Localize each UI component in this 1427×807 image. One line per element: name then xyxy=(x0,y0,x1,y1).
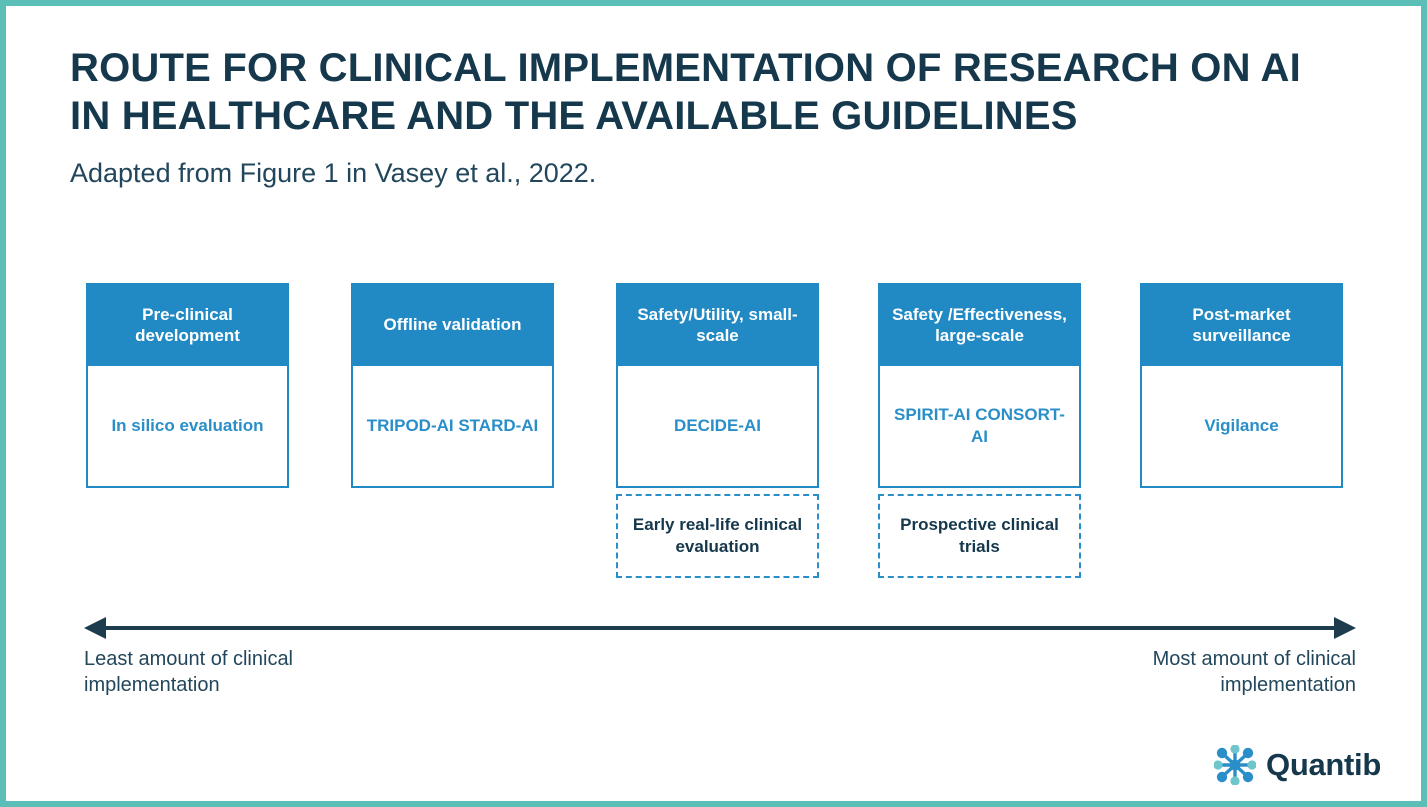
double-arrow-icon xyxy=(84,617,1356,639)
stage-header-2: Offline validation xyxy=(351,283,554,366)
stage-extra-4: Prospective clinical trials xyxy=(878,494,1081,578)
axis-label-most: Most amount of clinical implementation xyxy=(1152,648,1356,696)
stage-body-2: TRIPOD-AI STARD-AI xyxy=(351,366,554,488)
stage-column-3: Safety/Utility, small-scale DECIDE-AI Ea… xyxy=(616,283,819,578)
axis-label-least: Least amount of clinical implementation xyxy=(84,648,294,696)
stage-body-4: SPIRIT-AI CONSORT-AI xyxy=(878,366,1081,488)
stage-body-5: Vigilance xyxy=(1140,366,1343,488)
slide-canvas: ROUTE FOR CLINICAL IMPLEMENTATION OF RES… xyxy=(0,0,1427,807)
stage-extra-3: Early real-life clinical evaluation xyxy=(616,494,819,578)
stage-column-4: Safety /Effectiveness, large-scale SPIRI… xyxy=(878,283,1081,578)
stage-body-3: DECIDE-AI xyxy=(616,366,819,488)
stage-header-4: Safety /Effectiveness, large-scale xyxy=(878,283,1081,366)
stage-header-5: Post-market surveillance xyxy=(1140,283,1343,366)
stage-column-2: Offline validation TRIPOD-AI STARD-AI xyxy=(351,283,554,488)
stage-column-1: Pre-clinical development In silico evalu… xyxy=(86,283,289,488)
implementation-axis xyxy=(84,608,1356,648)
stage-header-3: Safety/Utility, small-scale xyxy=(616,283,819,366)
quantib-wordmark: Quantib xyxy=(1266,747,1381,782)
stage-header-1: Pre-clinical development xyxy=(86,283,289,366)
stage-flow: Pre-clinical development In silico evalu… xyxy=(86,283,1343,583)
page-title: ROUTE FOR CLINICAL IMPLEMENTATION OF RES… xyxy=(70,46,1301,138)
stage-column-5: Post-market surveillance Vigilance xyxy=(1140,283,1343,488)
stage-body-1: In silico evaluation xyxy=(86,366,289,488)
quantib-network-logo-icon xyxy=(1214,745,1256,785)
quantib-logo: Quantib xyxy=(1214,745,1381,785)
page-subtitle: Adapted from Figure 1 in Vasey et al., 2… xyxy=(70,158,597,188)
